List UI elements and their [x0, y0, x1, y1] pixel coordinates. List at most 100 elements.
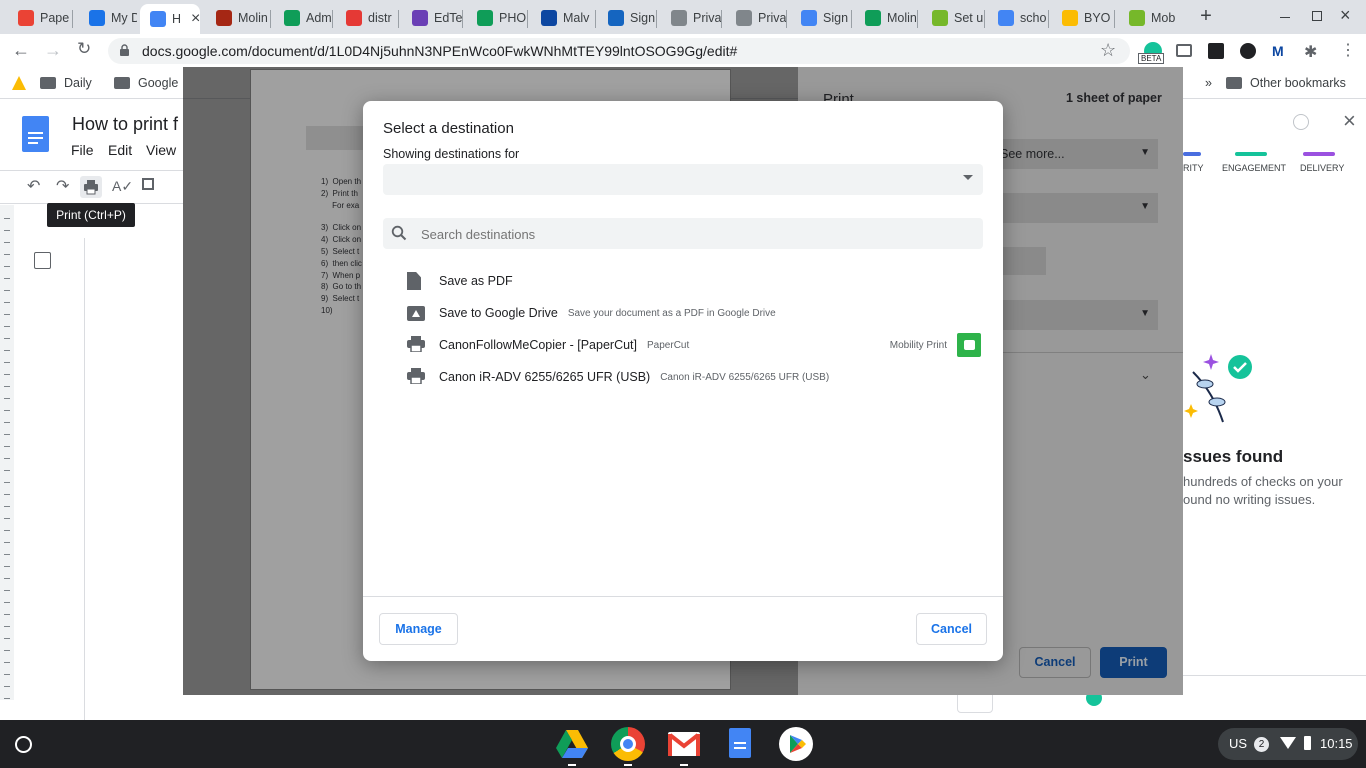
preview-line: 6) then clic	[321, 258, 362, 268]
menu-view[interactable]: View	[146, 142, 176, 158]
browser-tab[interactable]: Priva	[726, 4, 786, 32]
browser-tab[interactable]: PHO	[467, 4, 527, 32]
tab-label: My D	[111, 11, 137, 25]
drive-app-icon[interactable]	[556, 730, 588, 758]
cancel-button[interactable]: Cancel	[916, 613, 987, 645]
ruler-tick	[4, 494, 10, 495]
ruler-tick	[4, 398, 10, 399]
grammarly-body: ound no writing issues.	[1183, 492, 1316, 507]
shield-icon[interactable]	[1240, 43, 1256, 59]
pages-select[interactable]: ▼	[996, 193, 1158, 223]
copies-field[interactable]	[996, 247, 1046, 275]
account-select[interactable]	[383, 164, 983, 195]
search-box[interactable]	[383, 218, 983, 249]
grammarly-tab-delivery[interactable]	[1303, 152, 1335, 156]
grammarly-goals-icon[interactable]	[1293, 114, 1309, 130]
tab-close-icon[interactable]: ×	[191, 10, 200, 28]
outline-icon[interactable]	[34, 252, 51, 269]
browser-tab[interactable]: H ×	[140, 4, 200, 34]
back-icon[interactable]: ←	[12, 40, 30, 61]
new-tab-button[interactable]: +	[1196, 6, 1216, 26]
see-more-label: See more...	[1000, 147, 1065, 161]
other-bookmarks[interactable]: Other bookmarks	[1226, 76, 1346, 90]
browser-tab[interactable]: My D	[79, 4, 137, 32]
grammarly-close-icon[interactable]: ×	[1343, 108, 1356, 134]
star-icon[interactable]: ☆	[1100, 40, 1116, 61]
browser-tab[interactable]: Priva	[661, 4, 721, 32]
search-input[interactable]	[421, 225, 961, 243]
maximize-button[interactable]	[1312, 11, 1322, 21]
tab-separator	[721, 10, 722, 28]
browser-tab[interactable]: Mob	[1119, 4, 1179, 32]
preview-line: 1) Open th	[321, 177, 362, 186]
grammarly-tab-engagement[interactable]	[1235, 152, 1267, 156]
ruler-tick	[4, 218, 10, 219]
browser-tab[interactable]: Malv	[531, 4, 595, 32]
menu-file[interactable]: File	[71, 142, 94, 158]
manage-button[interactable]: Manage	[379, 613, 458, 645]
page-edge	[84, 238, 184, 720]
gmail-app-icon[interactable]	[668, 732, 700, 756]
forward-icon[interactable]: →	[44, 40, 62, 61]
destination-google-drive[interactable]: Save to Google Drive Save your document …	[407, 297, 776, 329]
chromeos-shelf: US 2 10:15	[0, 720, 1366, 768]
shelf-running-dot	[624, 764, 632, 766]
ruler-tick	[4, 614, 10, 615]
destination-canon-usb[interactable]: Canon iR-ADV 6255/6265 UFR (USB) Canon i…	[407, 361, 829, 393]
destination-select[interactable]: See more... ▼	[996, 139, 1158, 169]
launcher-icon[interactable]	[15, 736, 32, 753]
panel-print-button[interactable]: Print	[1100, 647, 1167, 678]
docs-app-icon[interactable]	[729, 728, 751, 758]
address-bar[interactable]: docs.google.com/document/d/1L0D4Nj5uhnN3…	[108, 38, 1130, 64]
tab-label: PHO	[499, 11, 527, 25]
ruler-tick	[4, 422, 10, 423]
destination-name: Save as PDF	[439, 274, 513, 288]
chrome-icon[interactable]	[611, 727, 645, 761]
tab-label: distr	[368, 11, 392, 25]
cast-icon[interactable]	[1176, 44, 1192, 57]
browser-tab[interactable]: Molin	[206, 4, 270, 32]
destination-save-pdf[interactable]: Save as PDF	[407, 265, 513, 297]
browser-tab[interactable]: distr	[336, 4, 398, 32]
bookmark-daily[interactable]: Daily	[40, 76, 92, 90]
bookmarks-overflow-icon[interactable]: »	[1205, 76, 1212, 90]
menu-icon[interactable]: ⋮	[1340, 40, 1356, 60]
spellcheck-icon[interactable]: A✓	[112, 178, 133, 195]
play-store-icon[interactable]	[779, 727, 813, 761]
grammarly-tab-clarity[interactable]	[1183, 152, 1201, 156]
browser-tab[interactable]: EdTe	[402, 4, 462, 32]
browser-tab[interactable]: Pape	[8, 4, 72, 32]
drive-icon	[89, 10, 105, 26]
doc-title[interactable]: How to print f	[72, 114, 178, 135]
paint-format-icon[interactable]	[142, 178, 154, 190]
browser-tab[interactable]: scho	[988, 4, 1048, 32]
minimize-button[interactable]	[1280, 17, 1290, 18]
undo-icon[interactable]: ↶	[27, 176, 40, 196]
apps-icon[interactable]	[12, 76, 26, 90]
browser-tab[interactable]: BYO	[1052, 4, 1114, 32]
printer-icon	[407, 335, 425, 355]
bookmark-google[interactable]: Google	[114, 76, 178, 90]
browser-tab[interactable]: Sign	[598, 4, 656, 32]
reload-icon[interactable]: ↻	[77, 39, 91, 59]
browser-tab[interactable]: Molin	[855, 4, 917, 32]
extensions-icon[interactable]: ✱	[1304, 42, 1317, 62]
panel-cancel-button[interactable]: Cancel	[1019, 647, 1091, 678]
print-icon[interactable]	[80, 176, 102, 198]
browser-tab[interactable]: Sign	[791, 4, 851, 32]
redo-icon[interactable]: ↷	[56, 176, 69, 196]
globe-icon	[671, 10, 687, 26]
papercut-icon	[1129, 10, 1145, 26]
docs-logo-icon[interactable]	[22, 116, 49, 152]
menu-edit[interactable]: Edit	[108, 142, 132, 158]
ruler-tick	[4, 410, 10, 411]
color-select[interactable]: ▼	[996, 300, 1158, 330]
window-close-button[interactable]: ×	[1340, 5, 1351, 26]
malwarebytes-icon[interactable]: M	[1272, 43, 1288, 59]
extension-dark-icon[interactable]	[1208, 43, 1224, 59]
browser-tab[interactable]: Adm	[274, 4, 332, 32]
more-settings-chevron-icon[interactable]: ⌄	[1140, 367, 1151, 383]
browser-tab[interactable]: Set u	[922, 4, 984, 32]
destination-canon-followme[interactable]: CanonFollowMeCopier - [PaperCut] PaperCu…	[407, 329, 981, 361]
tab-separator	[72, 10, 73, 28]
